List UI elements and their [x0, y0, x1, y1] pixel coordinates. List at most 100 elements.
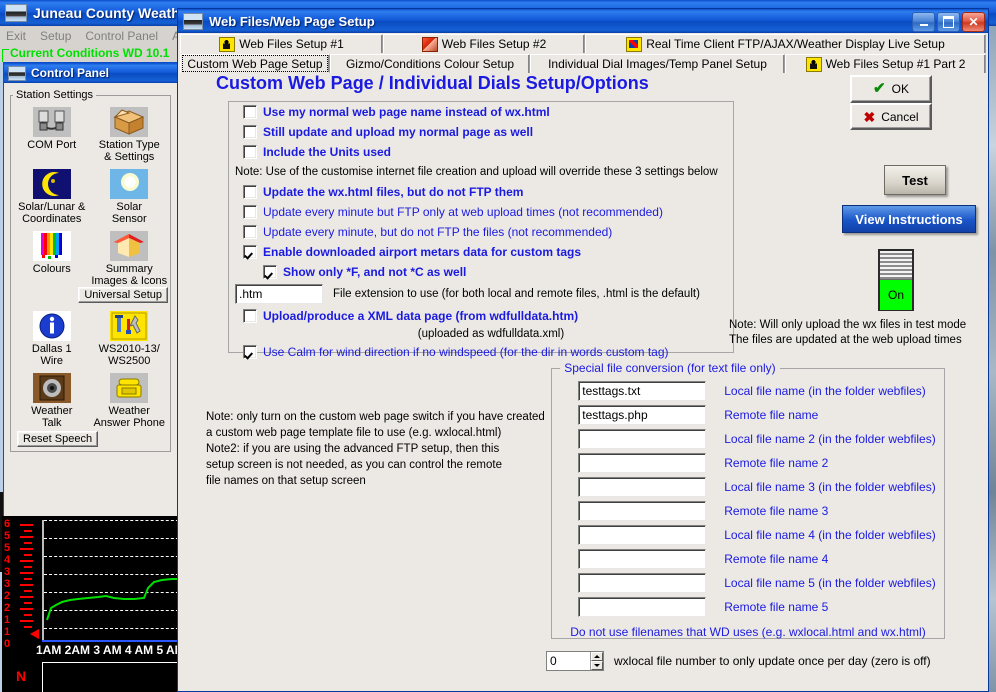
local-file-name-3-input[interactable]	[578, 476, 707, 497]
universal-setup-button[interactable]: Universal Setup	[78, 287, 168, 303]
checkbox-label: Use Calm for wind direction if no windsp…	[263, 345, 669, 359]
file-conversion-row: Local file name 2 (in the folder webfile…	[560, 427, 936, 451]
checkbox-update-every-minute-ftp-upload-times[interactable]	[243, 205, 257, 219]
checkbox-use-calm-for-wind-direction[interactable]	[243, 345, 257, 359]
close-button[interactable]: ✕	[962, 12, 985, 32]
tab-web-files-setup-2[interactable]: Web Files Setup #2	[383, 34, 585, 53]
remote-file-name-5-input[interactable]	[578, 596, 707, 617]
cancel-button[interactable]: ✖ Cancel	[850, 103, 932, 130]
view-instructions-button[interactable]: View Instructions	[842, 205, 976, 233]
chart-y-label: 0	[4, 638, 11, 650]
wxlocal-file-number-input[interactable]	[547, 652, 590, 670]
chart-y-label: 2	[4, 602, 11, 614]
indicator-note-line-1: Note: Will only upload the wx files in t…	[729, 319, 967, 331]
desktop-background-sliver	[988, 26, 996, 692]
control-item-solar-lunar[interactable]: Solar/Lunar & Coordinates	[13, 165, 91, 225]
tools-icon	[626, 36, 643, 52]
test-mode-indicator[interactable]: On	[878, 249, 914, 311]
checkbox-row[interactable]: Upload/produce a XML data page (from wdf…	[229, 306, 733, 326]
maximize-button[interactable]	[937, 12, 960, 32]
red-box-icon	[421, 36, 438, 52]
remote-file-name-2-input[interactable]	[578, 452, 707, 473]
control-item-weather-answer-phone[interactable]: Weather Answer Phone	[91, 369, 169, 429]
options-group: Use my normal web page name instead of w…	[228, 101, 734, 359]
control-item-weather-talk[interactable]: Weather Talk	[13, 369, 91, 429]
menu-item-exit[interactable]: Exit	[6, 29, 26, 43]
control-panel-titlebar: Control Panel	[4, 63, 177, 83]
tab-label: Web Files Setup #2	[441, 37, 547, 51]
checkbox-row[interactable]: Update every minute, but do not FTP the …	[229, 222, 733, 242]
menu-item-setup[interactable]: Setup	[40, 29, 71, 43]
control-item-dallas-1-wire[interactable]: Dallas 1 Wire	[13, 307, 91, 367]
chart-series-line	[46, 578, 177, 621]
checkbox-row[interactable]: Use my normal web page name instead of w…	[229, 102, 733, 122]
local-file-name-4-input[interactable]	[578, 524, 707, 545]
control-item-solar-sensor[interactable]: Solar Sensor	[91, 165, 169, 225]
reset-speech-button[interactable]: Reset Speech	[17, 431, 99, 447]
checkbox-row[interactable]: Update the wx.html files, but do not FTP…	[229, 182, 733, 202]
tab-web-files-setup-1-part-2[interactable]: Web Files Setup #1 Part 2	[785, 54, 986, 73]
control-item-label: Weather Talk	[31, 405, 73, 429]
menu-item-control-panel[interactable]: Control Panel	[85, 29, 158, 43]
file-conversion-row: Local file name 5 (in the folder webfile…	[560, 571, 936, 595]
tab-real-time-client[interactable]: Real Time Client FTP/AJAX/Weather Displa…	[585, 34, 986, 53]
station-settings-group: Station Settings COM Port Station Type &…	[10, 89, 171, 452]
minimize-button[interactable]	[912, 12, 935, 32]
maximize-icon	[943, 16, 954, 28]
control-panel-icon	[8, 65, 26, 81]
usage-note-line: Note2: if you are using the advanced FTP…	[206, 443, 500, 455]
checkbox-show-only-fahrenheit[interactable]	[263, 265, 277, 279]
app-icon	[5, 4, 27, 22]
control-item-colours[interactable]: Colours	[13, 227, 91, 287]
checkbox-row[interactable]: Use Calm for wind direction if no windsp…	[229, 342, 733, 362]
checkbox-still-update-normal-page[interactable]	[243, 125, 257, 139]
checkbox-upload-xml-data-page[interactable]	[243, 309, 257, 323]
checkbox-row[interactable]: Still update and upload my normal page a…	[229, 122, 733, 142]
control-item-com-port[interactable]: COM Port	[13, 103, 91, 163]
wind-direction-label: N	[16, 668, 27, 684]
checkbox-enable-airport-metars[interactable]	[243, 245, 257, 259]
control-item-station-type[interactable]: Station Type & Settings	[91, 103, 169, 163]
checkbox-label: Enable downloaded airport metars data fo…	[263, 245, 582, 259]
file-conversion-footer-note: Do not use filenames that WD uses (e.g. …	[570, 624, 926, 639]
tab-web-files-setup-1[interactable]: Web Files Setup #1	[180, 34, 383, 53]
checkbox-include-units-used[interactable]	[243, 145, 257, 159]
test-button[interactable]: Test	[884, 165, 946, 195]
local-file-name-1-input[interactable]	[578, 380, 707, 401]
local-file-name-5-input[interactable]	[578, 572, 707, 593]
checkbox-use-normal-page-name[interactable]	[243, 105, 257, 119]
wxlocal-file-number-stepper[interactable]	[546, 651, 604, 671]
control-item-ws2010[interactable]: WS2010-13/ WS2500	[91, 307, 169, 367]
checkbox-label: Update the wx.html files, but do not FTP…	[263, 185, 524, 199]
remote-file-name-3-input[interactable]	[578, 500, 707, 521]
remote-file-name-1-input[interactable]	[578, 404, 707, 425]
checkbox-label: Include the Units used	[263, 145, 392, 159]
control-item-label: COM Port	[27, 139, 77, 151]
checkbox-row[interactable]: Enable downloaded airport metars data fo…	[229, 242, 733, 262]
tab-gizmo-conditions-colour-setup[interactable]: Gizmo/Conditions Colour Setup	[330, 54, 530, 73]
chart-x-labels: 1AM 2AM 3 AM 4 AM 5 AM	[36, 643, 177, 657]
control-item-label: Summary Images & Icons	[91, 263, 168, 287]
indicator-state-label: On	[880, 280, 912, 310]
checkbox-update-wx-no-ftp[interactable]	[243, 185, 257, 199]
cancel-button-label: Cancel	[881, 109, 919, 124]
remote-file-name-4-input[interactable]	[578, 548, 707, 569]
x-icon: ✖	[863, 108, 876, 125]
checkbox-row[interactable]: Update every minute but FTP only at web …	[229, 202, 733, 222]
stepper-down-button[interactable]	[591, 661, 603, 670]
usage-note-line: setup screen is not needed, as you can c…	[206, 459, 502, 471]
checkbox-update-every-minute-no-ftp[interactable]	[243, 225, 257, 239]
ok-button[interactable]: ✔ OK	[850, 75, 932, 103]
control-item-summary-images[interactable]: Summary Images & Icons	[91, 227, 169, 287]
checkbox-row[interactable]: Show only *F, and not *C as well	[229, 262, 733, 282]
tab-individual-dial-images[interactable]: Individual Dial Images/Temp Panel Setup	[530, 54, 785, 73]
control-item-label: WS2010-13/ WS2500	[98, 343, 160, 367]
file-conversion-row: Remote file name 5	[560, 595, 935, 619]
tab-custom-web-page-setup[interactable]: Custom Web Page Setup	[180, 54, 330, 73]
stepper-up-button[interactable]	[591, 652, 603, 661]
file-extension-input[interactable]	[235, 284, 323, 304]
checkbox-row[interactable]: Include the Units used	[229, 142, 733, 162]
local-file-name-2-input[interactable]	[578, 428, 707, 449]
station-settings-legend: Station Settings	[16, 89, 94, 101]
check-icon: ✔	[873, 80, 886, 97]
